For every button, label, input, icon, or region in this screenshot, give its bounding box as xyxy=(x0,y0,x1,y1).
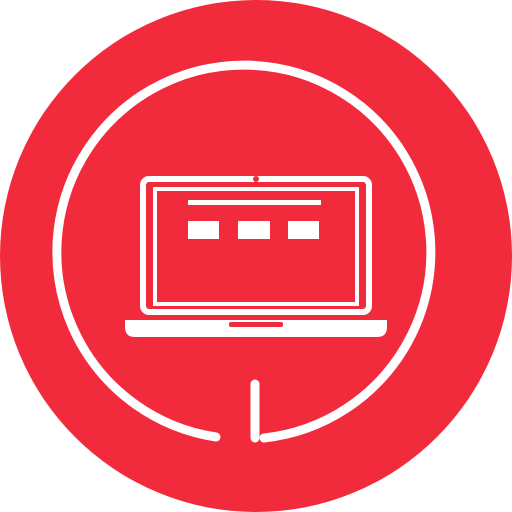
screen-block-3 xyxy=(288,221,319,239)
screen-header-bar xyxy=(188,200,321,205)
screen-block-2 xyxy=(238,221,270,239)
icon-graphic xyxy=(0,0,512,512)
screen-block-1 xyxy=(188,221,219,239)
webcam-icon xyxy=(253,176,259,182)
laptop-support-icon xyxy=(0,0,512,512)
laptop-trackpad-notch xyxy=(229,322,283,327)
